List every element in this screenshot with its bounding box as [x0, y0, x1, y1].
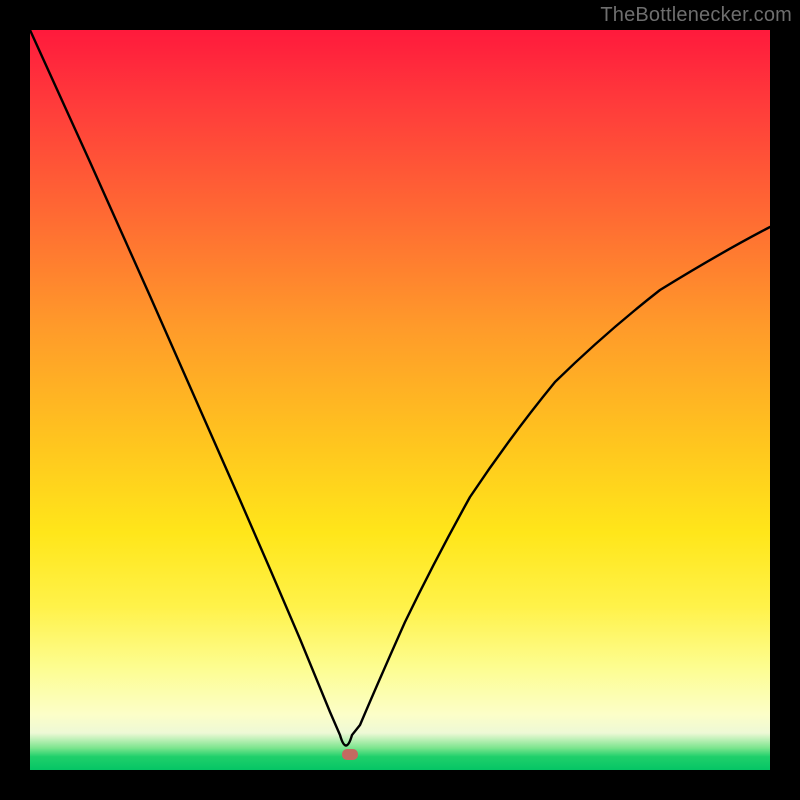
plot-area: [30, 30, 770, 770]
chart-frame: TheBottlenecker.com: [0, 0, 800, 800]
optimal-point-marker: [342, 749, 358, 760]
bottleneck-curve: [30, 30, 770, 770]
curve-path: [30, 30, 770, 746]
watermark-text: TheBottlenecker.com: [600, 4, 792, 27]
